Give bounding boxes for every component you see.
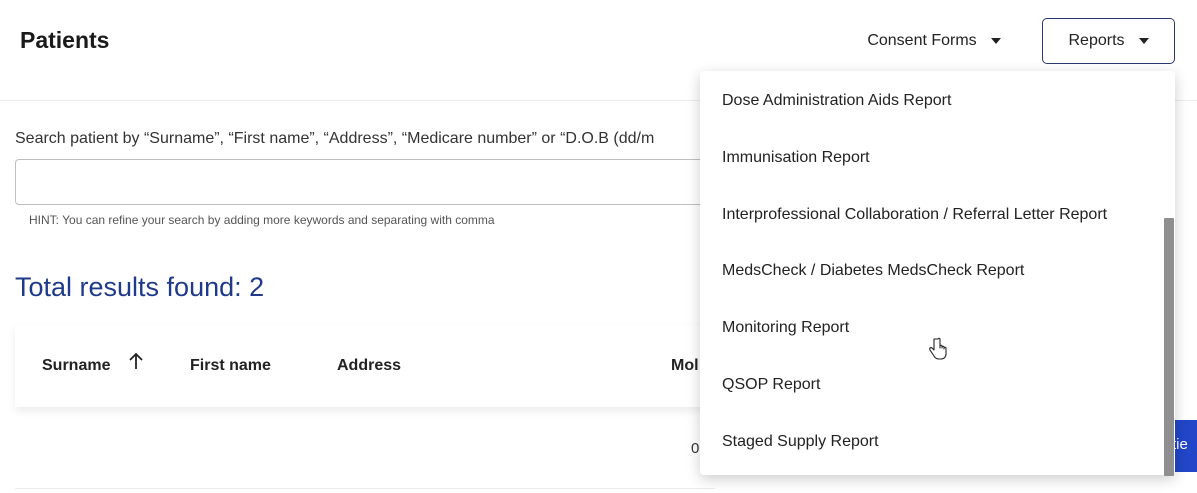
caret-down-icon [1138,38,1149,44]
arrow-up-icon[interactable] [128,351,144,371]
row-divider [15,488,715,489]
menu-item-monitoring-report[interactable]: Monitoring Report [722,319,849,347]
column-header-address[interactable]: Address [337,357,401,375]
page-title: Patients [20,27,110,53]
menu-item-staged-supply-report[interactable]: Staged Supply Report [722,433,879,461]
menu-scrollbar-thumb[interactable] [1164,218,1174,476]
search-input[interactable] [15,159,735,205]
consent-forms-label: Consent Forms [867,32,977,49]
search-label: Search patient by “Surname”, “First name… [15,130,655,147]
reports-button[interactable]: Reports [1042,18,1175,64]
hand-pointer-icon [929,337,947,360]
menu-item-medscheck-report[interactable]: MedsCheck / Diabetes MedsCheck Report [722,262,1024,290]
table-cell: 0 [691,440,700,457]
menu-item-dose-administration-aids-report[interactable]: Dose Administration Aids Report [722,92,951,120]
menu-item-interprofessional-collaboration-report[interactable]: Interprofessional Collaboration / Referr… [722,206,1107,234]
menu-item-immunisation-report[interactable]: Immunisation Report [722,149,870,177]
column-header-first-name[interactable]: First name [190,357,271,375]
column-header-surname[interactable]: Surname [42,357,110,375]
search-hint: HINT: You can refine your search by addi… [29,213,495,227]
consent-forms-button[interactable]: Consent Forms [848,18,1020,64]
results-count: Total results found: 2 [15,272,265,302]
reports-dropdown-menu: Dose Administration Aids Report Immunisa… [700,71,1175,475]
column-header-mobile[interactable]: Mol [671,357,699,375]
reports-label: Reports [1068,32,1125,49]
caret-down-icon [990,38,1001,44]
menu-item-qsop-report[interactable]: QSOP Report [722,376,820,404]
